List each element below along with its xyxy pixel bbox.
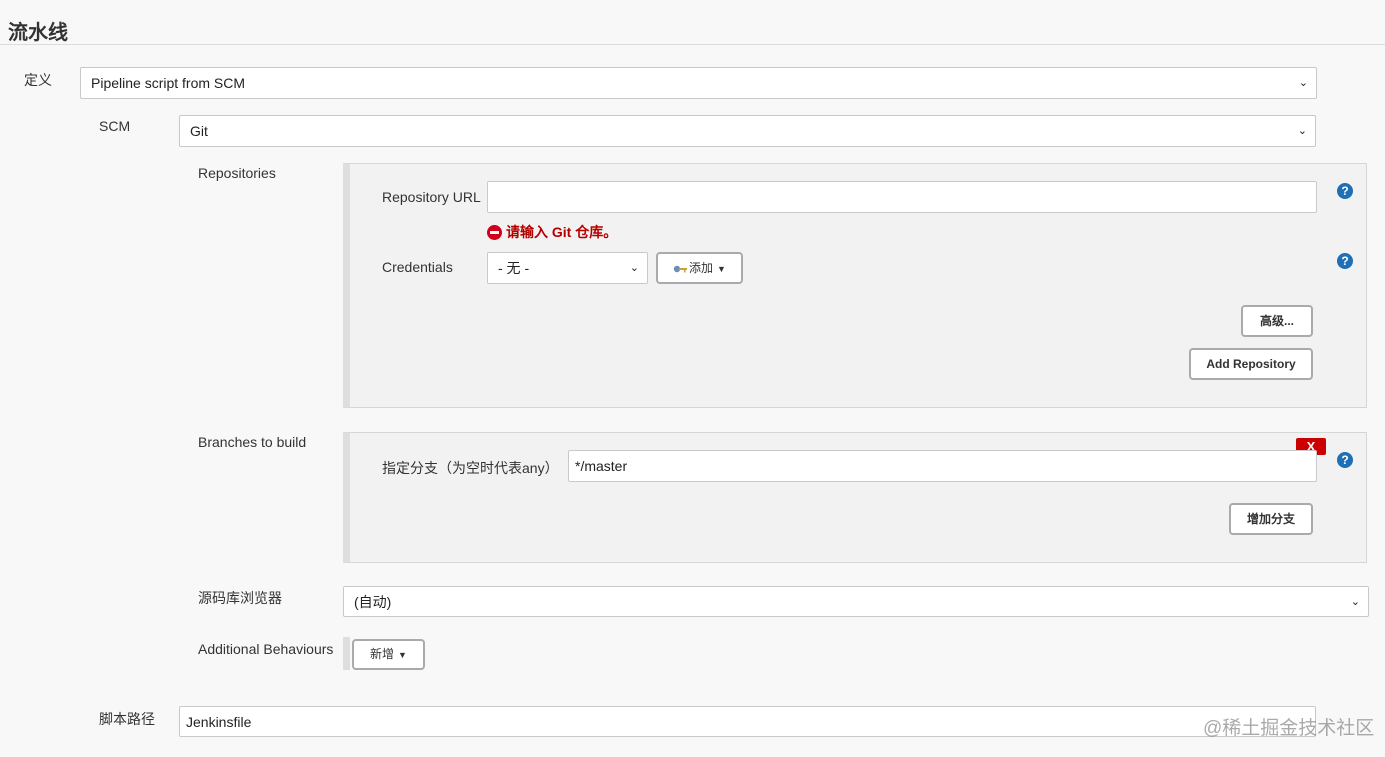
branches-label: Branches to build bbox=[198, 434, 307, 450]
scm-label: SCM bbox=[99, 118, 131, 134]
add-behaviour-button[interactable]: 新增 ▼ bbox=[352, 639, 425, 670]
caret-down-icon: ▼ bbox=[398, 650, 407, 660]
branch-specifier-label: 指定分支（为空时代表any） bbox=[382, 460, 559, 476]
repository-url-input[interactable] bbox=[487, 181, 1317, 213]
add-branch-button[interactable]: 增加分支 bbox=[1229, 503, 1313, 535]
chevron-down-icon: ⌄ bbox=[1297, 125, 1307, 137]
scm-select[interactable]: Git ⌄ bbox=[179, 115, 1316, 147]
add-credentials-label: 添加 bbox=[689, 261, 714, 275]
add-credentials-button[interactable]: 添加 ▼ bbox=[656, 252, 743, 284]
credentials-label: Credentials bbox=[382, 259, 453, 275]
section-divider bbox=[0, 44, 1385, 45]
error-message: 请输入 Git 仓库。 bbox=[506, 224, 618, 240]
advanced-button[interactable]: 高级... bbox=[1241, 305, 1313, 337]
key-icon bbox=[673, 265, 688, 273]
definition-select-value: Pipeline script from SCM bbox=[91, 75, 246, 91]
repository-browser-select[interactable]: (自动) ⌄ bbox=[343, 586, 1369, 617]
definition-label: 定义 bbox=[24, 72, 52, 88]
help-icon[interactable]: ? bbox=[1337, 253, 1353, 269]
script-path-input[interactable]: Jenkinsfile bbox=[179, 706, 1316, 737]
add-repository-button[interactable]: Add Repository bbox=[1189, 348, 1313, 380]
chevron-down-icon: ⌄ bbox=[1350, 596, 1360, 608]
credentials-select-value: - 无 - bbox=[498, 260, 530, 276]
definition-select[interactable]: Pipeline script from SCM ⌄ bbox=[80, 67, 1317, 99]
additional-behaviours-label: Additional Behaviours bbox=[198, 641, 334, 657]
help-icon[interactable]: ? bbox=[1337, 452, 1353, 468]
watermark: @稀土掘金技术社区 bbox=[1203, 718, 1375, 739]
repository-browser-label: 源码库浏览器 bbox=[198, 590, 282, 606]
chevron-down-icon: ⌄ bbox=[1298, 77, 1308, 89]
behaviours-bar bbox=[343, 637, 350, 670]
scm-select-value: Git bbox=[190, 123, 208, 139]
chevron-down-icon: ⌄ bbox=[629, 262, 639, 274]
caret-down-icon: ▼ bbox=[717, 264, 726, 274]
credentials-select[interactable]: - 无 - ⌄ bbox=[487, 252, 648, 284]
help-icon[interactable]: ? bbox=[1337, 183, 1353, 199]
repository-url-label: Repository URL bbox=[382, 189, 481, 205]
script-path-label: 脚本路径 bbox=[99, 711, 155, 727]
add-behaviour-label: 新增 bbox=[370, 647, 395, 661]
branch-specifier-input[interactable]: */master bbox=[568, 450, 1317, 482]
error-icon bbox=[487, 224, 502, 240]
repository-url-error: 请输入 Git 仓库。 bbox=[487, 222, 617, 242]
repositories-label: Repositories bbox=[198, 165, 276, 181]
repository-browser-select-value: (自动) bbox=[354, 594, 392, 610]
section-title: 流水线 bbox=[8, 22, 68, 44]
